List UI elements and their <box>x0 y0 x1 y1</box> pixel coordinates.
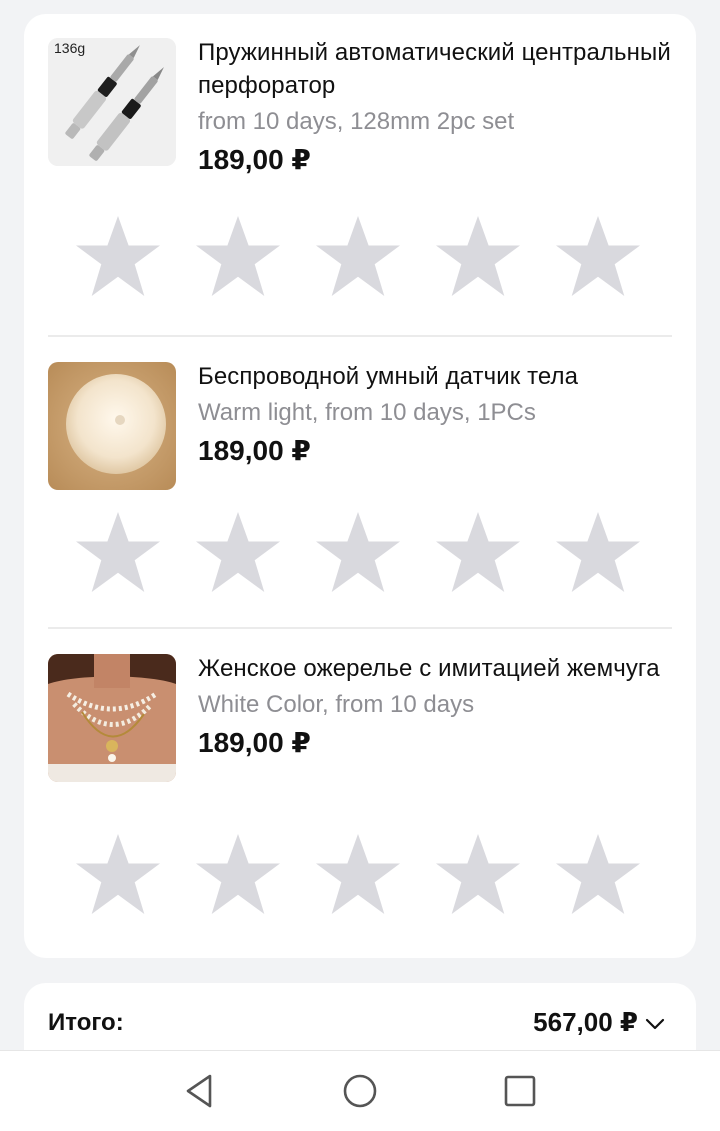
rating-star-3[interactable] <box>312 212 404 302</box>
item-info: Беспроводной умный датчик тела Warm ligh… <box>198 360 678 469</box>
rating-star-4[interactable] <box>432 830 524 920</box>
star-icon <box>196 216 280 296</box>
item-title[interactable]: Беспроводной умный датчик тела <box>198 360 678 393</box>
total-value: 567,00 ₽ <box>533 1007 638 1037</box>
rating-star-1[interactable] <box>72 212 164 302</box>
item-price: 189,00 ₽ <box>198 144 311 175</box>
star-icon <box>76 834 160 914</box>
rating-star-5[interactable] <box>552 212 644 302</box>
rating-star-4[interactable] <box>432 212 524 302</box>
recents-square-icon <box>504 1075 536 1107</box>
nav-home-button[interactable] <box>340 1071 380 1111</box>
rating-star-3[interactable] <box>312 830 404 920</box>
center-punch-picture <box>48 38 176 166</box>
product-image-motion-sensor[interactable] <box>48 362 176 490</box>
item-price: 189,00 ₽ <box>198 435 311 466</box>
item-variant: from 10 days, 128mm 2pc set <box>198 108 515 135</box>
item-title[interactable]: Женское ожерелье с имитацией жемчуга <box>198 652 678 685</box>
star-icon <box>316 512 400 592</box>
rating-star-1[interactable] <box>72 508 164 598</box>
item-title[interactable]: Пружинный автоматический центральный пер… <box>198 36 678 102</box>
system-navigation-bar <box>0 1050 720 1131</box>
nav-back-button[interactable] <box>180 1071 220 1111</box>
rating-stars <box>72 212 652 302</box>
rating-stars <box>72 508 652 598</box>
total-label: Итого: <box>48 1009 124 1036</box>
rating-star-2[interactable] <box>192 830 284 920</box>
star-icon <box>556 834 640 914</box>
pearl-necklace-picture <box>48 654 176 782</box>
item-info: Пружинный автоматический центральный пер… <box>198 36 678 178</box>
product-image-pearl-necklace[interactable] <box>48 654 176 782</box>
home-circle-icon <box>343 1074 377 1108</box>
product-image-center-punch[interactable]: 136g <box>48 38 176 166</box>
chevron-down-icon[interactable] <box>644 1013 666 1035</box>
rating-star-2[interactable] <box>192 508 284 598</box>
rating-star-5[interactable] <box>552 508 644 598</box>
item-info: Женское ожерелье с имитацией жемчуга Whi… <box>198 652 678 761</box>
rating-star-3[interactable] <box>312 508 404 598</box>
star-icon <box>316 216 400 296</box>
star-icon <box>316 834 400 914</box>
order-items-card: 136g Пружинный автоматический центральны… <box>24 14 696 958</box>
rating-star-2[interactable] <box>192 212 284 302</box>
star-icon <box>76 512 160 592</box>
star-icon <box>556 512 640 592</box>
motion-sensor-picture <box>48 362 176 490</box>
rating-star-4[interactable] <box>432 508 524 598</box>
rating-star-5[interactable] <box>552 830 644 920</box>
star-icon <box>76 216 160 296</box>
item-divider <box>48 627 672 629</box>
weight-badge: 136g <box>54 40 86 56</box>
rating-star-1[interactable] <box>72 830 164 920</box>
star-icon <box>196 834 280 914</box>
star-icon <box>436 216 520 296</box>
nav-recents-button[interactable] <box>500 1071 540 1111</box>
item-divider <box>48 335 672 337</box>
item-variant: Warm light, from 10 days, 1PCs <box>198 399 536 426</box>
item-variant: White Color, from 10 days <box>198 691 475 718</box>
star-icon <box>436 834 520 914</box>
rating-stars <box>72 830 652 920</box>
star-icon <box>556 216 640 296</box>
star-icon <box>436 512 520 592</box>
item-price: 189,00 ₽ <box>198 727 311 758</box>
star-icon <box>196 512 280 592</box>
back-triangle-icon <box>186 1074 212 1108</box>
